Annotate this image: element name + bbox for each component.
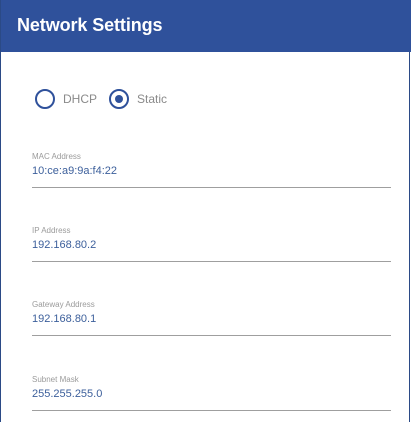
subnet-mask-value[interactable]: 255.255.255.0 <box>32 388 102 400</box>
static-radio-option[interactable]: Static <box>109 89 167 109</box>
mac-address-underline <box>32 187 391 188</box>
panel-title: Network Settings <box>17 15 163 35</box>
mac-address-label: MAC Address <box>32 152 81 161</box>
ip-address-value[interactable]: 192.168.80.2 <box>32 239 96 251</box>
subnet-mask-field[interactable]: Subnet Mask 255.255.255.0 <box>32 375 391 419</box>
ip-address-label: IP Address <box>32 226 71 235</box>
gateway-address-field[interactable]: Gateway Address 192.168.80.1 <box>32 300 391 344</box>
selected-radio-dot <box>115 95 124 103</box>
static-radio-label[interactable]: Static <box>137 92 167 106</box>
panel-header: Network Settings <box>1 0 411 52</box>
mac-address-field[interactable]: MAC Address 10:ce:a9:9a:f4:22 <box>32 152 391 196</box>
subnet-mask-label: Subnet Mask <box>32 375 79 384</box>
dhcp-radio-label[interactable]: DHCP <box>63 92 97 106</box>
subnet-mask-underline <box>32 410 391 411</box>
mac-address-value[interactable]: 10:ce:a9:9a:f4:22 <box>32 165 117 177</box>
static-radio-button[interactable] <box>109 89 130 109</box>
gateway-address-label: Gateway Address <box>32 300 95 309</box>
network-settings-panel: Network Settings DHCP Static MAC Address… <box>0 0 411 422</box>
gateway-address-underline <box>32 335 391 336</box>
ip-mode-radio-group: DHCP Static <box>35 89 167 109</box>
dhcp-radio-button[interactable] <box>35 89 55 109</box>
dhcp-radio-option[interactable]: DHCP <box>35 89 109 109</box>
gateway-address-value[interactable]: 192.168.80.1 <box>32 313 96 325</box>
ip-address-underline <box>32 261 391 262</box>
ip-address-field[interactable]: IP Address 192.168.80.2 <box>32 226 391 270</box>
